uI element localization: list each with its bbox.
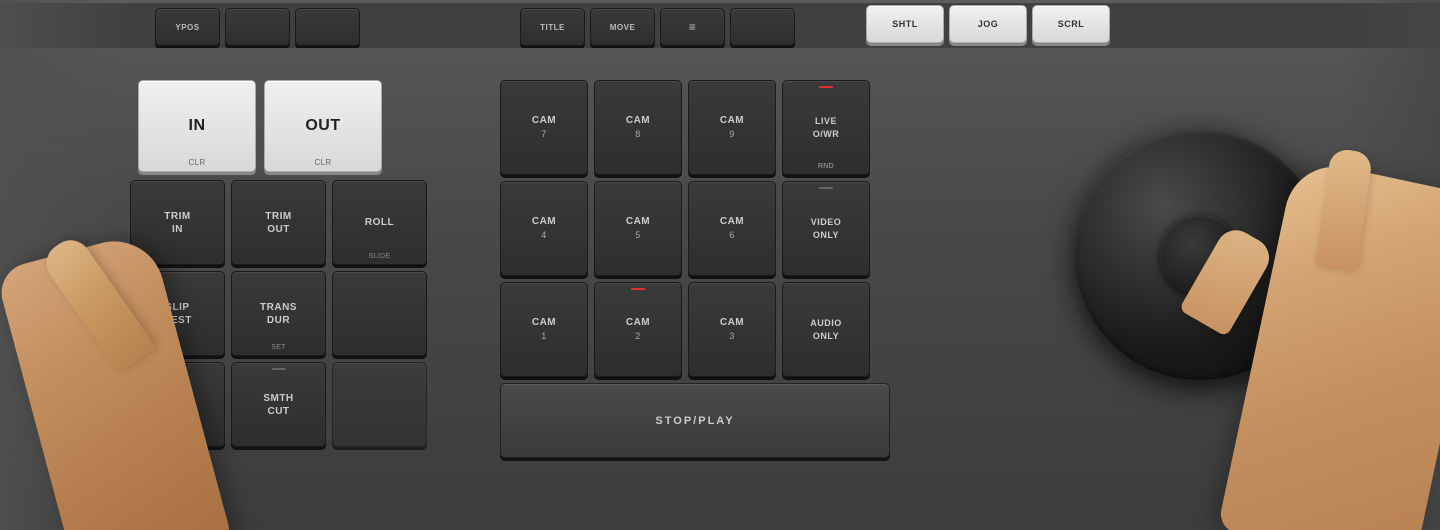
trim-in-label: TRIMIN <box>164 210 190 236</box>
center-section: CAM7 CAM8 CAM9 LIVEO/WR RND CAM <box>500 80 890 458</box>
out-label: OUT <box>305 117 340 135</box>
in-key[interactable]: IN CLR <box>138 80 256 172</box>
cam5-key[interactable]: CAM5 <box>594 181 682 276</box>
right-section <box>1030 45 1390 530</box>
cam7-label: CAM7 <box>532 114 556 142</box>
cam6-key[interactable]: CAM6 <box>688 181 776 276</box>
cam2-dash <box>631 288 645 290</box>
main-section: IN CLR OUT CLR TRIMIN TRIMOUT <box>0 45 1440 530</box>
menu-key[interactable]: ≡ <box>660 8 725 46</box>
jog-key-top[interactable]: JOG <box>949 5 1027 43</box>
video-only-key[interactable]: VIDEOONLY <box>782 181 870 276</box>
roll-label: ROLL <box>365 217 394 228</box>
cam-grid: CAM7 CAM8 CAM9 LIVEO/WR RND CAM <box>500 80 890 377</box>
trim-out-key[interactable]: TRIMOUT <box>231 180 326 265</box>
jog-wheel-area <box>1060 115 1340 395</box>
cam2-key[interactable]: CAM2 <box>594 282 682 377</box>
cam3-key[interactable]: CAM3 <box>688 282 776 377</box>
cut-key[interactable] <box>332 362 427 447</box>
scrl-key-top[interactable]: SCRL <box>1032 5 1110 43</box>
shtl-label: SHTL <box>892 19 918 29</box>
move-key[interactable]: MOVE <box>590 8 655 46</box>
out-key[interactable]: OUT CLR <box>264 80 382 172</box>
blank-key-3[interactable] <box>730 8 795 46</box>
title-key[interactable]: TITLE <box>520 8 585 46</box>
live-owr-key[interactable]: LIVEO/WR RND <box>782 80 870 175</box>
ypos-key[interactable]: YPOS <box>155 8 220 46</box>
cam4-key[interactable]: CAM4 <box>500 181 588 276</box>
audio-only-label: AUDIOONLY <box>810 317 842 342</box>
slip-dest-key[interactable]: SLIPDEST <box>130 271 225 356</box>
jog-wheel[interactable] <box>1075 130 1325 380</box>
dis-dash <box>171 368 185 370</box>
jog-label: JOG <box>978 19 999 29</box>
smth-cut-label: SMTHCUT <box>263 392 293 418</box>
ypos-label: YPOS <box>175 23 199 32</box>
blank-edit-key[interactable] <box>332 271 427 356</box>
top-keys-strip: YPOS TITLE MOVE ≡ SHTL JOG <box>0 0 1440 48</box>
cam5-label: CAM5 <box>626 215 650 243</box>
menu-icon: ≡ <box>689 20 697 34</box>
trans-dur-key[interactable]: TRANSDUR SET <box>231 271 326 356</box>
cam4-label: CAM4 <box>532 215 556 243</box>
smth-cut-key[interactable]: SMTHCUT <box>231 362 326 447</box>
scrl-label: SCRL <box>1058 19 1085 29</box>
cam9-key[interactable]: CAM9 <box>688 80 776 175</box>
in-label: IN <box>189 117 206 135</box>
cam2-label: CAM2 <box>626 316 650 344</box>
left-section: IN CLR OUT CLR TRIMIN TRIMOUT <box>130 80 450 447</box>
cam9-label: CAM9 <box>720 114 744 142</box>
trans-dur-sub: SET <box>271 344 286 351</box>
live-owr-sub: RND <box>818 163 834 170</box>
roll-sub-label: SLIDE <box>369 253 391 260</box>
title-label: TITLE <box>540 23 565 32</box>
trans-dur-label: TRANSDUR <box>260 301 297 327</box>
in-sub-label: CLR <box>189 158 206 167</box>
trim-out-label: TRIMOUT <box>265 210 291 236</box>
cam1-key[interactable]: CAM1 <box>500 282 588 377</box>
jog-wheel-center <box>1160 215 1240 295</box>
live-owr-dash <box>819 86 833 88</box>
smth-cut-dash <box>272 368 286 370</box>
cam1-label: CAM1 <box>532 316 556 344</box>
cam7-key[interactable]: CAM7 <box>500 80 588 175</box>
video-only-label: VIDEOONLY <box>811 216 842 241</box>
cam6-label: CAM6 <box>720 215 744 243</box>
edit-grid: TRIMIN TRIMOUT ROLL SLIDE SLIPDEST TRANS… <box>130 180 450 447</box>
cam8-key[interactable]: CAM8 <box>594 80 682 175</box>
video-only-dash <box>819 187 833 189</box>
blank-key-1[interactable] <box>225 8 290 46</box>
cam3-label: CAM3 <box>720 316 744 344</box>
slip-dest-label: SLIPDEST <box>163 301 192 327</box>
audio-only-key[interactable]: AUDIOONLY <box>782 282 870 377</box>
blank-key-2[interactable] <box>295 8 360 46</box>
stop-play-key[interactable]: STOP/PLAY <box>500 383 890 458</box>
dis-key[interactable]: DIS <box>130 362 225 447</box>
live-owr-label: LIVEO/WR <box>813 115 840 140</box>
move-label: MOVE <box>610 23 636 32</box>
out-sub-label: CLR <box>315 158 332 167</box>
roll-key[interactable]: ROLL SLIDE <box>332 180 427 265</box>
trim-in-key[interactable]: TRIMIN <box>130 180 225 265</box>
keyboard-body: YPOS TITLE MOVE ≡ SHTL JOG <box>0 0 1440 530</box>
dis-label: DIS <box>168 399 186 410</box>
shtl-key-top[interactable]: SHTL <box>866 5 944 43</box>
cam8-label: CAM8 <box>626 114 650 142</box>
in-out-row: IN CLR OUT CLR <box>130 80 450 172</box>
stop-play-label: STOP/PLAY <box>655 415 734 427</box>
